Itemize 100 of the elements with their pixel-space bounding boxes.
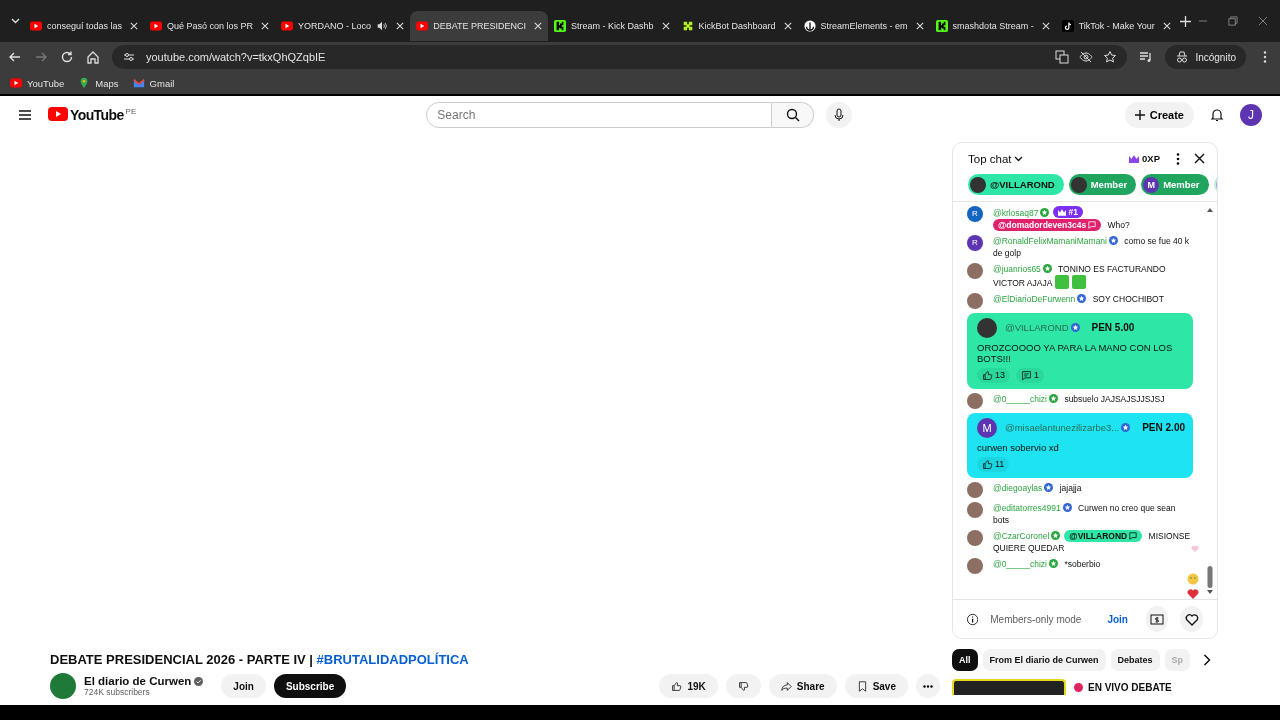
create-button[interactable]: Create	[1124, 102, 1194, 128]
video-thumbnail[interactable]	[952, 679, 1066, 695]
site-settings-icon[interactable]	[122, 50, 136, 64]
home-icon[interactable]	[86, 50, 100, 64]
bookmark-link[interactable]: YouTube	[27, 77, 65, 89]
channel-name[interactable]: El diario de Curwen	[84, 675, 192, 687]
super-chat-button[interactable]	[1145, 606, 1169, 632]
more-actions-button[interactable]	[916, 674, 940, 698]
profile-button[interactable]: Incógnito	[1165, 45, 1246, 69]
letter-avatar: R	[967, 206, 983, 222]
filter-chip[interactable]: All	[952, 649, 978, 671]
anchor-logo-icon	[803, 20, 816, 32]
media-queue-icon[interactable]	[1139, 50, 1154, 64]
translate-icon[interactable]	[1055, 50, 1070, 64]
filter-chip[interactable]: Debates	[1110, 649, 1160, 671]
reply-count[interactable]: 1	[1016, 367, 1045, 383]
tab-title: conseguí todas las	[47, 21, 123, 31]
speaker-icon[interactable]	[376, 20, 389, 32]
chat-mode-dropdown[interactable]: Top chat	[968, 152, 1024, 165]
restore-icon[interactable]	[1228, 16, 1238, 26]
heart-button[interactable]	[1180, 606, 1203, 632]
search-field[interactable]: Search	[426, 102, 773, 128]
subscribe-button[interactable]: Subscribe	[273, 674, 347, 698]
join-button[interactable]: Join	[221, 674, 266, 698]
tab-title: Stream - Kick Dashb	[571, 21, 654, 31]
heart-icon	[1191, 545, 1199, 552]
plus-icon	[1134, 110, 1145, 120]
pinned-chip[interactable]: @VILLAROND	[968, 174, 1064, 195]
star-icon[interactable]	[1103, 50, 1118, 64]
thumbs-up-icon	[671, 680, 683, 692]
dollar-bill-icon	[1150, 613, 1165, 625]
like-count[interactable]: 13	[977, 367, 1010, 383]
thumbs-down-icon	[737, 680, 749, 692]
like-count[interactable]: 11	[977, 456, 1010, 472]
bookmark-icon	[856, 680, 868, 692]
search-button[interactable]	[772, 102, 815, 128]
chevron-right-icon[interactable]	[1203, 654, 1212, 666]
account-avatar[interactable]: J	[1240, 104, 1262, 126]
video-title: DEBATE PRESIDENCIAL 2026 - PARTE IV | #BRUTALIDADPOLÍTICA	[50, 652, 470, 667]
save-button[interactable]: Save	[844, 674, 908, 698]
scrollbar[interactable]	[1207, 206, 1213, 596]
emoji-face-icon	[1187, 573, 1199, 585]
crown-icon	[1058, 208, 1067, 216]
youtube-logo-icon[interactable]	[48, 107, 68, 121]
heart-icon	[1184, 612, 1199, 626]
browser-tab[interactable]: Qué Pasó con los PR	[144, 11, 276, 41]
more-options-icon[interactable]	[1176, 152, 1180, 165]
forward-icon[interactable]	[34, 50, 48, 64]
filter-chip[interactable]: From El diario de Curwen	[982, 649, 1106, 671]
related-video-title[interactable]: EN VIVO DEBATE	[1088, 681, 1172, 693]
like-button[interactable]: 19K	[659, 674, 718, 698]
tiktok-logo-icon	[1061, 20, 1074, 32]
more-dots-icon	[923, 684, 933, 688]
eye-crossed-icon[interactable]	[1079, 50, 1094, 64]
chat-message: @ElDiarioDeFurwenn SOY CHOCHIBOT	[993, 292, 1165, 306]
tab-title: StreamElements - em	[820, 21, 908, 31]
chat-message: @CzarCoronel @VILLAROND MISIONSE QUIERE QUEDAR	[993, 529, 1192, 554]
browser-tab[interactable]: StreamElements - em	[797, 11, 930, 41]
back-icon[interactable]	[8, 50, 22, 64]
info-icon[interactable]	[967, 612, 979, 626]
reload-icon[interactable]	[60, 50, 74, 64]
pinned-chip[interactable]: M Member	[1141, 174, 1209, 195]
youtube-logo-icon	[30, 20, 42, 32]
browser-tab[interactable]: conseguí todas las	[24, 11, 145, 41]
super-chat-amount: PEN 2.00	[1142, 422, 1185, 433]
channel-avatar[interactable]	[50, 673, 76, 699]
browser-tab[interactable]: TikTok - Make Your	[1055, 11, 1177, 41]
subscriber-count: 724K subscribers	[84, 687, 151, 697]
browser-tab[interactable]: Stream - Kick Dashb	[548, 11, 676, 41]
chevron-down-icon	[10, 18, 20, 24]
tab-title: KickBot Dashboard	[698, 21, 776, 31]
youtube-wordmark[interactable]: YouTube	[70, 107, 124, 123]
comment-icon	[1088, 220, 1097, 229]
close-icon[interactable]	[1194, 153, 1205, 164]
super-chat-author: @misaelantunezilizarbe3...	[1005, 422, 1120, 433]
microphone-button[interactable]	[826, 102, 853, 128]
xp-badge[interactable]: 0XP	[1125, 151, 1164, 166]
bell-icon[interactable]	[1210, 108, 1224, 122]
chevron-down-icon	[1014, 155, 1024, 162]
share-button[interactable]: Share	[768, 674, 837, 698]
mail-logo-icon	[132, 77, 145, 89]
chat-message: @juanrios65 TONINO ES FACTURANDO VICTOR AJAJA	[993, 262, 1167, 289]
browser-tab[interactable]: DEBATE PRESIDENCI	[410, 11, 548, 41]
bookmark-link[interactable]: Gmail	[149, 77, 175, 89]
browser-tab[interactable]: KickBot Dashboard	[675, 11, 798, 41]
browser-tab[interactable]: YORDANO - Loco	[275, 11, 411, 41]
dislike-button[interactable]	[725, 674, 761, 698]
thumbs-up-icon	[982, 458, 993, 470]
browser-tab[interactable]: smashdota Stream -	[929, 11, 1056, 41]
bookmark-link[interactable]: Maps	[95, 77, 119, 89]
kick-logo-icon	[554, 20, 566, 32]
join-link[interactable]: Join	[1101, 612, 1134, 626]
youtube-logo-icon	[281, 20, 294, 32]
menu-icon[interactable]	[18, 108, 32, 122]
user-avatar	[967, 501, 983, 518]
user-avatar	[967, 557, 983, 574]
verified-check-icon	[194, 676, 204, 686]
emote-icon	[1072, 274, 1087, 289]
plus-icon	[1180, 15, 1192, 27]
heart-icon	[1187, 588, 1199, 599]
